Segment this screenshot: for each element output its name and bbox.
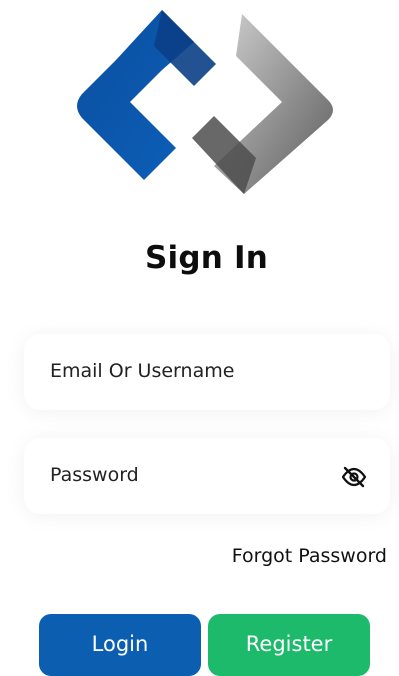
login-button[interactable]: Login [39,614,201,676]
forgot-password-link[interactable]: Forgot Password [232,545,387,567]
eye-off-icon[interactable] [340,463,368,491]
app-logo [77,10,333,194]
password-field[interactable]: Password [24,438,390,514]
password-placeholder: Password [50,464,139,486]
register-button[interactable]: Register [208,614,370,676]
email-username-field[interactable]: Email Or Username [24,334,390,410]
email-username-placeholder: Email Or Username [50,360,235,382]
page-title: Sign In [144,240,268,276]
